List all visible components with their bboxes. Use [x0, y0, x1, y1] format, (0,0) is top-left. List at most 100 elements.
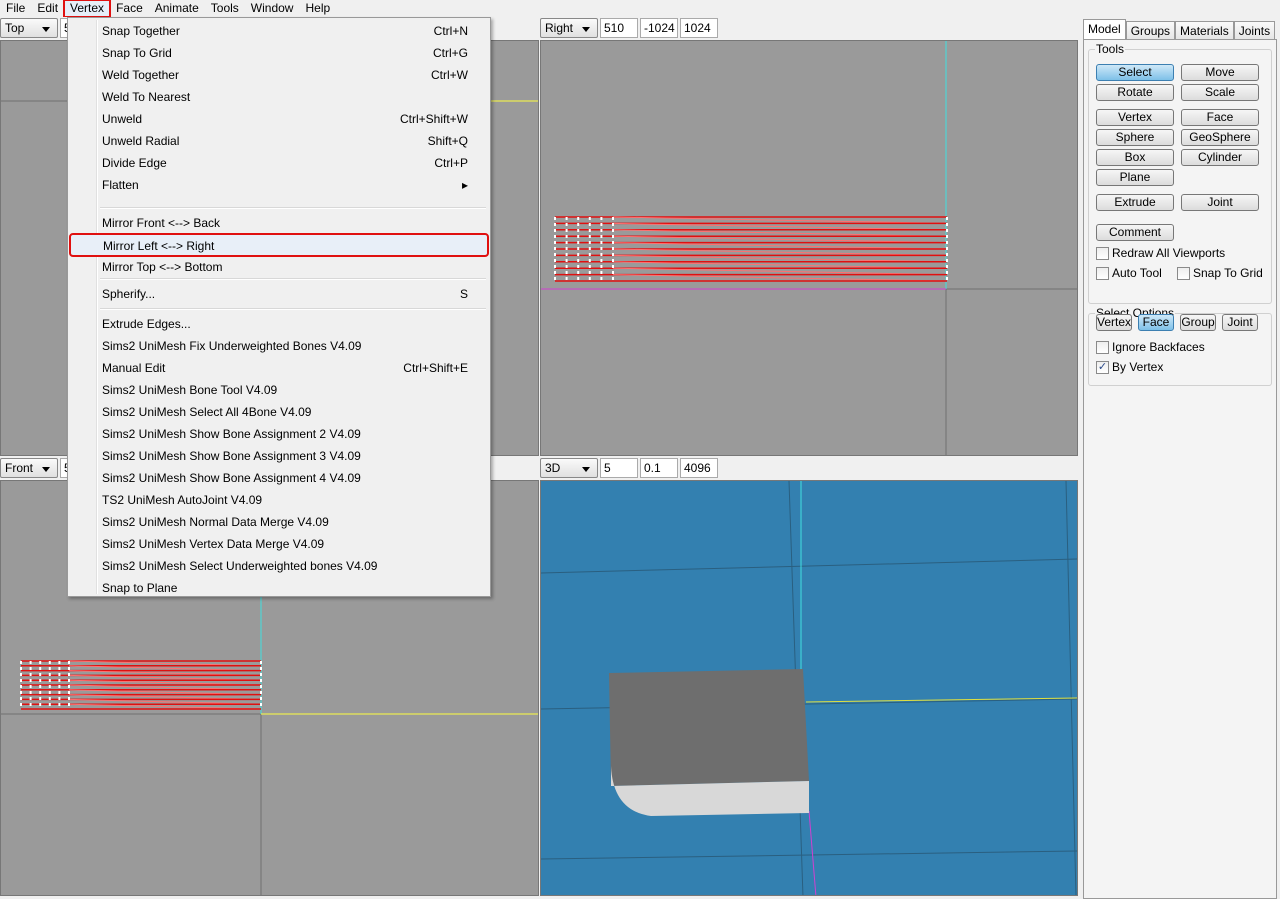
tab-model[interactable]: Model: [1083, 19, 1126, 41]
redraw-all-checkbox[interactable]: Redraw All Viewports: [1096, 246, 1225, 260]
tool-joint-button[interactable]: Joint: [1181, 194, 1259, 211]
tool-select-button[interactable]: Select: [1096, 64, 1174, 81]
menu-face[interactable]: Face: [110, 0, 149, 17]
tool-move-button[interactable]: Move: [1181, 64, 1259, 81]
menu-vertex[interactable]: Vertex: [63, 0, 112, 18]
menu-item-shortcut: Ctrl+N: [433, 24, 468, 38]
checkbox-box[interactable]: [1177, 266, 1190, 280]
menu-item-shortcut: Ctrl+Shift+W: [399, 112, 468, 126]
select-mode-group[interactable]: Group: [1180, 314, 1216, 331]
menu-item[interactable]: Mirror Front <--> Back: [70, 212, 488, 234]
menu-item[interactable]: Unweld Ctrl+Shift+W: [70, 108, 488, 130]
tool-cylinder-button[interactable]: Cylinder: [1181, 149, 1259, 166]
vertex-menu: Snap Together Ctrl+N Snap To Grid Ctrl+G Wel…: [67, 17, 491, 597]
viewport-right[interactable]: Right 510 -1024 1024: [540, 17, 1078, 456]
menu-item-label: Mirror Left <--> Right: [103, 239, 215, 253]
menu-help[interactable]: Help: [299, 0, 336, 17]
menu-item[interactable]: Sims2 UniMesh Vertex Data Merge V4.09: [70, 533, 488, 555]
menu-item[interactable]: Snap To Grid Ctrl+G: [70, 42, 488, 64]
menu-item[interactable]: Snap Together Ctrl+N: [70, 20, 488, 42]
right-field-1[interactable]: 510: [600, 18, 638, 38]
tool-geosphere-button[interactable]: GeoSphere: [1181, 129, 1259, 146]
view-select-front[interactable]: Front: [0, 458, 58, 478]
tool-face-button[interactable]: Face: [1181, 109, 1259, 126]
menu-item-label: Snap to Plane: [102, 581, 178, 595]
3d-field-3[interactable]: 4096: [680, 458, 718, 478]
menu-item[interactable]: Flatten ▸: [70, 174, 488, 196]
menu-item-label: Sims2 UniMesh Bone Tool V4.09: [102, 383, 278, 397]
menu-item-shortcut: Shift+Q: [427, 134, 468, 148]
menu-window[interactable]: Window: [245, 0, 300, 17]
checkbox-box[interactable]: [1096, 340, 1109, 354]
tool-vertex-button[interactable]: Vertex: [1096, 109, 1174, 126]
menu-item[interactable]: Spherify... S: [70, 283, 488, 305]
menu-item-label: Sims2 UniMesh Show Bone Assignment 2 V4.…: [102, 427, 361, 441]
menu-item[interactable]: Sims2 UniMesh Show Bone Assignment 4 V4.…: [70, 467, 488, 489]
3d-canvas[interactable]: [540, 480, 1078, 896]
menu-item[interactable]: Divide Edge Ctrl+P: [70, 152, 488, 174]
menu-animate[interactable]: Animate: [149, 0, 205, 17]
select-mode-vertex[interactable]: Vertex: [1096, 314, 1132, 331]
menu-item[interactable]: Sims2 UniMesh Fix Underweighted Bones V4…: [70, 335, 488, 357]
tab-joints[interactable]: Joints: [1233, 21, 1276, 41]
auto-tool-checkbox[interactable]: Auto Tool: [1096, 266, 1162, 280]
select-mode-joint[interactable]: Joint: [1222, 314, 1258, 331]
tool-sphere-button[interactable]: Sphere: [1096, 129, 1174, 146]
right-field-2[interactable]: -1024: [640, 18, 678, 38]
menu-item[interactable]: Mirror Left <--> Right: [69, 233, 489, 257]
view-select-3d[interactable]: 3D: [540, 458, 598, 478]
menu-edit[interactable]: Edit: [31, 0, 64, 17]
snap-to-grid-checkbox[interactable]: Snap To Grid: [1177, 266, 1263, 280]
menu-item-label: Snap Together: [102, 24, 180, 38]
checkmark-icon[interactable]: ✓: [1096, 360, 1109, 374]
right-canvas[interactable]: [540, 40, 1078, 456]
menu-item[interactable]: Sims2 UniMesh Bone Tool V4.09: [70, 379, 488, 401]
tool-box-button[interactable]: Box: [1096, 149, 1174, 166]
tab-groups[interactable]: Groups: [1125, 21, 1176, 41]
3d-field-1[interactable]: 5: [600, 458, 638, 478]
menu-item[interactable]: Sims2 UniMesh Select Underweighted bones…: [70, 555, 488, 577]
menu-item[interactable]: Unweld Radial Shift+Q: [70, 130, 488, 152]
menu-item[interactable]: Weld To Nearest: [70, 86, 488, 108]
view-select-top[interactable]: Top: [0, 18, 58, 38]
checkbox-box[interactable]: [1096, 246, 1109, 260]
tool-rotate-button[interactable]: Rotate: [1096, 84, 1174, 101]
menu-item[interactable]: Sims2 UniMesh Select All 4Bone V4.09: [70, 401, 488, 423]
tool-scale-button[interactable]: Scale: [1181, 84, 1259, 101]
viewport-3d[interactable]: 3D 5 0.1 4096: [540, 457, 1078, 898]
tool-extrude-button[interactable]: Extrude: [1096, 194, 1174, 211]
menu-item-label: TS2 UniMesh AutoJoint V4.09: [102, 493, 263, 507]
menu-item-label: Sims2 UniMesh Vertex Data Merge V4.09: [102, 537, 325, 551]
menu-item[interactable]: Mirror Top <--> Bottom: [70, 256, 488, 278]
menu-item[interactable]: Extrude Edges...: [70, 313, 488, 335]
tool-comment-button[interactable]: Comment: [1096, 224, 1174, 241]
menu-item[interactable]: Manual Edit Ctrl+Shift+E: [70, 357, 488, 379]
menu-item[interactable]: Sims2 UniMesh Show Bone Assignment 2 V4.…: [70, 423, 488, 445]
select-mode-face[interactable]: Face: [1138, 314, 1174, 331]
menu-tools[interactable]: Tools: [205, 0, 245, 17]
menu-item[interactable]: Snap to Plane: [70, 577, 488, 599]
menu-file[interactable]: File: [0, 0, 31, 17]
right-field-3[interactable]: 1024: [680, 18, 718, 38]
menu-item-label: Weld To Nearest: [102, 90, 191, 104]
menu-item[interactable]: Weld Together Ctrl+W: [70, 64, 488, 86]
tab-materials[interactable]: Materials: [1175, 21, 1234, 41]
menu-item-label: Sims2 UniMesh Normal Data Merge V4.09: [102, 515, 329, 529]
menu-item[interactable]: TS2 UniMesh AutoJoint V4.09: [70, 489, 488, 511]
menu-item-label: Mirror Front <--> Back: [102, 216, 221, 230]
auto-tool-label: Auto Tool: [1112, 266, 1162, 280]
ignore-backfaces-checkbox[interactable]: Ignore Backfaces: [1096, 340, 1205, 354]
view-select-right[interactable]: Right: [540, 18, 598, 38]
3d-field-2[interactable]: 0.1: [640, 458, 678, 478]
tool-plane-button[interactable]: Plane: [1096, 169, 1174, 186]
checkbox-box[interactable]: [1096, 266, 1109, 280]
menu-item-shortcut: Ctrl+P: [434, 156, 468, 170]
menu-item-label: Weld Together: [102, 68, 179, 82]
menu-item[interactable]: Sims2 UniMesh Normal Data Merge V4.09: [70, 511, 488, 533]
ignore-backfaces-label: Ignore Backfaces: [1112, 340, 1205, 354]
menu-item-label: Sims2 UniMesh Select Underweighted bones…: [102, 559, 378, 573]
menu-item[interactable]: Sims2 UniMesh Show Bone Assignment 3 V4.…: [70, 445, 488, 467]
by-vertex-checkbox[interactable]: ✓ By Vertex: [1096, 360, 1163, 374]
menu-item-label: Sims2 UniMesh Show Bone Assignment 4 V4.…: [102, 471, 361, 485]
menu-item-label: Sims2 UniMesh Show Bone Assignment 3 V4.…: [102, 449, 361, 463]
